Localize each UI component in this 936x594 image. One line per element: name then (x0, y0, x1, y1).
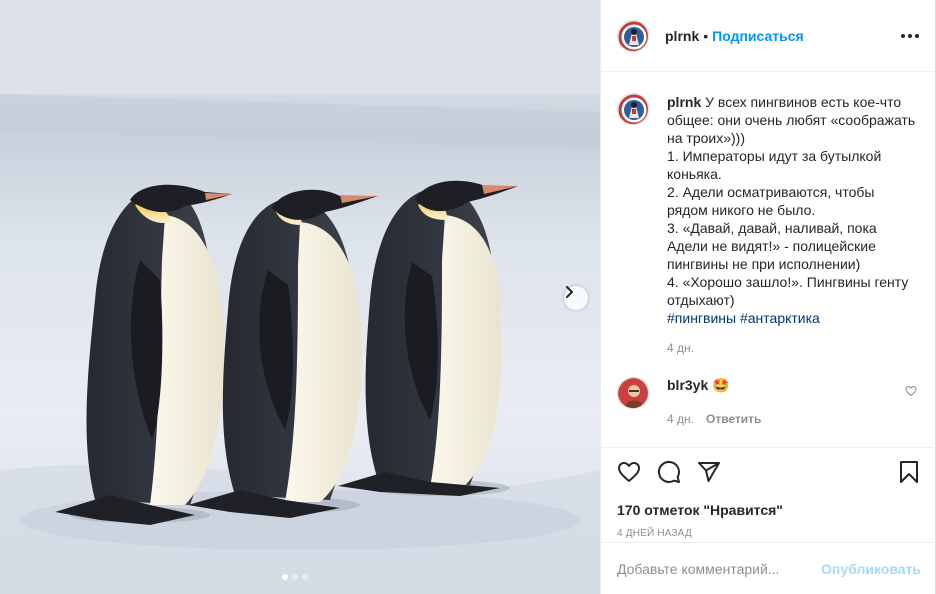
comment-input[interactable] (617, 560, 822, 577)
heart-icon[interactable] (617, 460, 641, 484)
post-side-panel: plrnk • Подписаться plrnk У всех пингвин… (600, 0, 936, 594)
caption-line: 2. Адели осматриваются, чтобы рядом нико… (667, 184, 875, 218)
caption-username[interactable]: plrnk (667, 94, 701, 110)
commenter-avatar[interactable] (617, 377, 649, 409)
hashtag-link[interactable]: #пингвины (667, 310, 736, 326)
penguin-right (338, 180, 518, 496)
likes-count[interactable]: 170 отметок "Нравится" (617, 502, 921, 518)
follow-button[interactable]: Подписаться (712, 28, 804, 44)
separator-dot: • (703, 27, 709, 44)
caption-text: plrnk У всех пингвинов есть кое-что обще… (667, 93, 917, 327)
comment-composer: Опубликовать (601, 542, 936, 594)
comment-emoji: 🤩 (712, 377, 730, 393)
caption-line: 1. Императоры идут за бутылкой коньяка. (667, 148, 882, 182)
post-actions: 170 отметок "Нравится" 4 дней назад (601, 447, 936, 539)
bookmark-icon[interactable] (897, 460, 921, 484)
comment-meta: 4 дн. Ответить (667, 412, 761, 426)
comment-body: blr3yk 🤩 4 дн. Ответить (667, 377, 761, 426)
comment-timestamp: 4 дн. (667, 412, 694, 426)
post-header: plrnk • Подписаться (601, 0, 935, 72)
comments-area: plrnk У всех пингвинов есть кое-что обще… (601, 73, 936, 446)
post-username[interactable]: plrnk (665, 28, 699, 44)
carousel-dot (302, 574, 308, 580)
carousel-dot (292, 574, 298, 580)
hashtags: #пингвины #антарктика (667, 309, 917, 327)
comment: blr3yk 🤩 4 дн. Ответить (617, 377, 921, 426)
avatar[interactable] (617, 19, 649, 52)
caption-line: 3. «Давай, давай, наливай, пока Адели не… (667, 220, 877, 272)
avatar-image (618, 378, 648, 408)
comment-icon[interactable] (657, 460, 681, 484)
comment-like-heart-icon[interactable] (905, 385, 917, 397)
carousel-dot (282, 574, 288, 580)
comment-username[interactable]: blr3yk (667, 377, 708, 393)
avatar-image (618, 20, 648, 51)
carousel-indicator (282, 574, 308, 580)
penguins-photo (0, 0, 600, 594)
avatar[interactable] (617, 93, 649, 125)
reply-button[interactable]: Ответить (706, 412, 761, 426)
caption: plrnk У всех пингвинов есть кое-что обще… (617, 93, 921, 327)
more-icon (901, 33, 905, 38)
caption-timestamp: 4 дн. (667, 341, 694, 355)
publish-button[interactable]: Опубликовать (821, 561, 921, 577)
post-media[interactable] (0, 0, 600, 594)
post-date: 4 дней назад (617, 528, 692, 539)
caption-line: 4. «Хорошо зашло!». Пингвины генту отдых… (667, 274, 909, 308)
action-bar (617, 460, 921, 484)
caption-line: У всех пингвинов есть кое-что общее: они… (667, 94, 916, 146)
hashtag-link[interactable]: #антарктика (740, 310, 820, 326)
share-icon[interactable] (697, 460, 721, 484)
carousel-next-button[interactable] (564, 286, 588, 310)
avatar-image (618, 94, 648, 124)
more-options-button[interactable] (901, 28, 919, 44)
chevron-right-icon (566, 286, 573, 298)
